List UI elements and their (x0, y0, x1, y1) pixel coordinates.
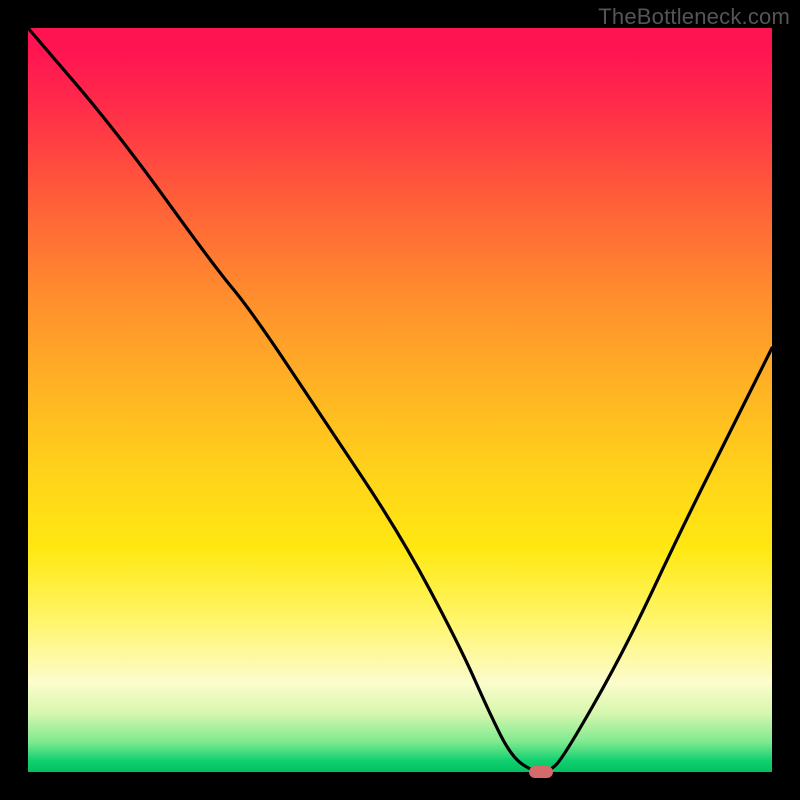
chart-frame: TheBottleneck.com (0, 0, 800, 800)
optimal-point-marker (529, 766, 553, 778)
plot-area (28, 28, 772, 772)
watermark-text: TheBottleneck.com (598, 4, 790, 30)
curve-path (28, 28, 772, 772)
bottleneck-curve (28, 28, 772, 772)
